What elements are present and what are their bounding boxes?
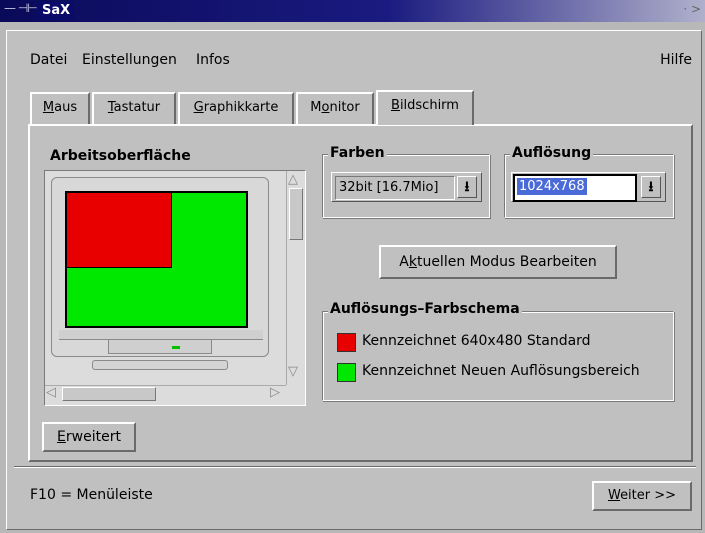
tab-label: nitor	[329, 100, 360, 115]
scroll-left-icon[interactable]: ◁	[46, 385, 56, 400]
standard-area-preview	[67, 193, 172, 268]
aufloesung-title: Auflösung	[510, 145, 594, 161]
menu-infos[interactable]: Infos	[196, 52, 230, 68]
menu-hilfe[interactable]: Hilfe	[660, 52, 692, 68]
window-menu-icon[interactable]: — ⊣⊢	[4, 1, 38, 15]
window-title: SaX	[38, 2, 75, 20]
aufloesung-input[interactable]: 1024x768	[513, 174, 637, 202]
tab-monitor[interactable]: Monitor	[296, 92, 374, 125]
horizontal-scroll-thumb[interactable]	[62, 387, 156, 401]
window-controls-icon[interactable]: · >	[683, 2, 701, 16]
dropdown-arrow-icon[interactable]: ⭳	[641, 176, 661, 198]
edit-mode-button[interactable]: Aktuellen Modus Bearbeiten	[379, 245, 617, 279]
green-swatch	[337, 363, 356, 382]
button-mnemonic: W	[607, 488, 621, 503]
legend-standard: Kennzeichnet 640x480 Standard	[362, 333, 591, 349]
legend-new-area: Kennzeichnet Neuen Auflösungsbereich	[362, 363, 640, 379]
schema-group	[322, 311, 674, 401]
farben-value[interactable]: 32bit [16.7Mio]	[335, 176, 455, 200]
button-mnemonic: k	[408, 254, 417, 270]
tab-label-prefix: M	[310, 100, 322, 115]
farben-title: Farben	[328, 145, 387, 161]
menu-einstellungen[interactable]: Einstellungen	[82, 52, 177, 68]
tab-graphikkarte[interactable]: Graphikkarte	[178, 92, 294, 125]
title-bar[interactable]	[0, 0, 705, 22]
next-button[interactable]: Weiter >>	[592, 481, 692, 511]
monitor-neck	[108, 340, 212, 354]
button-label: eiter >>	[620, 488, 677, 503]
tab-maus[interactable]: Maus	[30, 92, 90, 125]
tab-label: astatur	[113, 100, 161, 115]
dropdown-arrow-icon[interactable]: ⭳	[457, 176, 477, 198]
tab-tastatur[interactable]: Tastatur	[92, 92, 176, 125]
status-text: F10 = Menüleiste	[30, 487, 153, 503]
tab-mnemonic: G	[193, 100, 204, 115]
button-label: rweitert	[65, 429, 121, 445]
status-separator	[14, 466, 696, 468]
red-swatch	[337, 333, 356, 352]
schema-title: Auflösungs–Farbschema	[328, 301, 522, 317]
button-label-prefix: A	[399, 254, 409, 270]
tab-label: ildschirm	[399, 98, 459, 113]
scroll-up-icon[interactable]: △	[288, 172, 298, 187]
preview-title: Arbeitsoberfläche	[50, 148, 191, 164]
tab-mnemonic: B	[391, 98, 400, 113]
menu-datei[interactable]: Datei	[30, 52, 67, 68]
monitor-stand	[92, 360, 228, 370]
tab-mnemonic: M	[42, 100, 55, 115]
power-led-icon	[172, 346, 180, 349]
aufloesung-value: 1024x768	[517, 178, 587, 195]
scroll-down-icon[interactable]: ▽	[288, 364, 298, 379]
erweitert-button[interactable]: Erweitert	[42, 422, 136, 452]
vertical-scroll-thumb[interactable]	[289, 188, 303, 240]
scroll-right-icon[interactable]: ▷	[270, 385, 280, 400]
button-label: tuellen Modus Bearbeiten	[416, 254, 597, 270]
tab-label: raphikkarte	[203, 100, 279, 115]
button-mnemonic: E	[57, 429, 66, 445]
tab-bildschirm[interactable]: Bildschirm	[376, 90, 474, 125]
tab-label: aus	[54, 100, 78, 115]
monitor-bezel	[59, 330, 263, 340]
